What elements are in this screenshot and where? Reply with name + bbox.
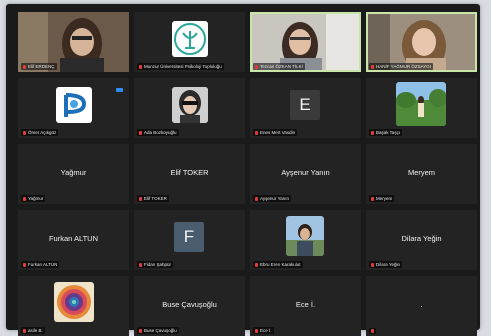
participant-tile[interactable]: . (366, 276, 477, 336)
participant-name: asile B. (28, 328, 43, 333)
participant-name-bar: asile B. (21, 327, 45, 334)
profile-photo (286, 216, 324, 256)
profile-logo (56, 87, 92, 123)
muted-mic-icon (255, 328, 258, 333)
muted-mic-icon (371, 329, 374, 333)
participant-name-bar: Tezcan ÖZKAN TİLKİ (253, 63, 305, 70)
muted-mic-icon (139, 262, 142, 267)
participant-name-bar: Ömer Açıkgöz (21, 129, 59, 136)
zoom-meeting-window: Elif ERDENÇ Munzur Üniversitesi Psikoloj… (6, 4, 480, 336)
participant-name: Başak Taşçı (376, 130, 401, 135)
participant-name-bar: Munzur Üniversitesi Psikoloji Topluluğu (137, 63, 224, 70)
participant-tile[interactable]: Furkan ALTUN Furkan ALTUN (18, 210, 129, 270)
participant-tile[interactable]: Tezcan ÖZKAN TİLKİ (250, 12, 361, 72)
participant-display-name: Elif TOKER (170, 168, 209, 177)
participant-tile[interactable]: Meryem Meryem (366, 144, 477, 204)
participant-tile[interactable]: E Enes Mert Vasdin (250, 78, 361, 138)
muted-mic-icon (23, 262, 26, 267)
participant-name-bar: Meryem (369, 195, 395, 202)
participant-tile[interactable]: Ebru Eren Karakulut (250, 210, 361, 270)
participant-tile[interactable]: Başak Taşçı (366, 78, 477, 138)
muted-mic-icon (371, 64, 374, 69)
participant-name-bar: Ebru Eren Karakulut (253, 261, 303, 268)
participant-name-bar: Ayşenur Yanın (253, 195, 292, 202)
participant-tile[interactable]: Ömer Açıkgöz (18, 78, 129, 138)
participant-name-bar: Buse Çavuşoğlu (137, 327, 179, 334)
avatar-initial: E (290, 90, 320, 120)
muted-mic-icon (139, 196, 142, 201)
participant-tile[interactable]: Dilara Yeğin Dilara Yeğin (366, 210, 477, 270)
participant-name: Elif TOKER (144, 196, 167, 201)
participant-display-name: Dilara Yeğin (401, 234, 442, 243)
participant-name: Ece İ. (260, 328, 272, 333)
participant-display-name: Yağmur (60, 168, 87, 177)
participant-name-bar: Furkan ALTUN (21, 261, 60, 268)
muted-mic-icon (371, 262, 374, 267)
participant-display-name: Furkan ALTUN (48, 234, 99, 243)
more-options-icon[interactable] (116, 88, 123, 92)
participant-name: Furkan ALTUN (28, 262, 58, 267)
participant-name: HANİF YAĞMUR ÖZSAYGI (376, 64, 432, 69)
profile-photo (396, 82, 446, 126)
participant-name-bar: Başak Taşçı (369, 129, 403, 136)
participant-display-name: Ece İ. (295, 300, 316, 309)
participant-tile[interactable]: Munzur Üniversitesi Psikoloji Topluluğu (134, 12, 245, 72)
muted-mic-icon (139, 130, 142, 135)
participant-name-bar: Elif ERDENÇ (21, 63, 57, 70)
participant-name: Tezcan ÖZKAN TİLKİ (260, 64, 303, 69)
participant-name-bar: Elif TOKER (137, 195, 169, 202)
participant-tile[interactable]: Yağmur Yağmur (18, 144, 129, 204)
participant-name: Elif ERDENÇ (28, 64, 55, 69)
participant-name-bar: Dilara Yeğin (369, 261, 403, 268)
muted-mic-icon (139, 64, 142, 69)
profile-photo (54, 282, 94, 322)
participant-tile[interactable]: Buse Çavuşoğlu Buse Çavuşoğlu (134, 276, 245, 336)
participant-name-bar: Enes Mert Vasdin (253, 129, 298, 136)
participant-name: Fidan Şahpür (144, 262, 172, 267)
participant-name-bar: Yağmur (21, 195, 46, 202)
participant-name: Ada Bozkoyuğlu (144, 130, 177, 135)
profile-photo (172, 87, 208, 123)
participant-tile[interactable]: Ada Bozkoyuğlu (134, 78, 245, 138)
participant-name: Yağmur (28, 196, 44, 201)
participant-tile[interactable]: HANİF YAĞMUR ÖZSAYGI (366, 12, 477, 72)
participant-tile[interactable]: F Fidan Şahpür (134, 210, 245, 270)
muted-mic-icon (255, 262, 258, 267)
participant-tile[interactable]: Elif ERDENÇ (18, 12, 129, 72)
participant-display-name: Meryem (407, 168, 436, 177)
participant-display-name: . (420, 300, 423, 309)
participant-name-bar (369, 328, 376, 334)
participant-tile[interactable]: Elif TOKER Elif TOKER (134, 144, 245, 204)
avatar-initial: F (174, 222, 204, 252)
club-logo (172, 21, 208, 57)
participant-name-bar: HANİF YAĞMUR ÖZSAYGI (369, 63, 434, 70)
muted-mic-icon (23, 196, 26, 201)
participant-display-name: Buse Çavuşoğlu (162, 300, 217, 309)
muted-mic-icon (139, 328, 142, 333)
participant-name-bar: Ada Bozkoyuğlu (137, 129, 179, 136)
muted-mic-icon (255, 130, 258, 135)
participant-name: Ömer Açıkgöz (28, 130, 57, 135)
participant-name: Enes Mert Vasdin (260, 130, 296, 135)
participant-name-bar: Ece İ. (253, 327, 274, 334)
participant-name: Buse Çavuşoğlu (144, 328, 177, 333)
participant-name: Ayşenur Yanın (260, 196, 290, 201)
participant-tile[interactable]: Ayşenur Yanın Ayşenur Yanın (250, 144, 361, 204)
participant-name: Meryem (376, 196, 393, 201)
participant-name: Ebru Eren Karakulut (260, 262, 301, 267)
gallery-view: Elif ERDENÇ Munzur Üniversitesi Psikoloj… (18, 12, 478, 336)
participant-tile[interactable]: Ece İ. Ece İ. (250, 276, 361, 336)
participant-name: Munzur Üniversitesi Psikoloji Topluluğu (144, 64, 222, 69)
participant-name-bar: Fidan Şahpür (137, 261, 174, 268)
muted-mic-icon (371, 196, 374, 201)
muted-mic-icon (23, 64, 26, 69)
muted-mic-icon (371, 130, 374, 135)
participant-display-name: Ayşenur Yanın (281, 168, 330, 177)
muted-mic-icon (255, 64, 258, 69)
muted-mic-icon (23, 328, 26, 333)
participant-name: Dilara Yeğin (376, 262, 401, 267)
participant-tile[interactable]: asile B. (18, 276, 129, 336)
muted-mic-icon (255, 196, 258, 201)
muted-mic-icon (23, 130, 26, 135)
